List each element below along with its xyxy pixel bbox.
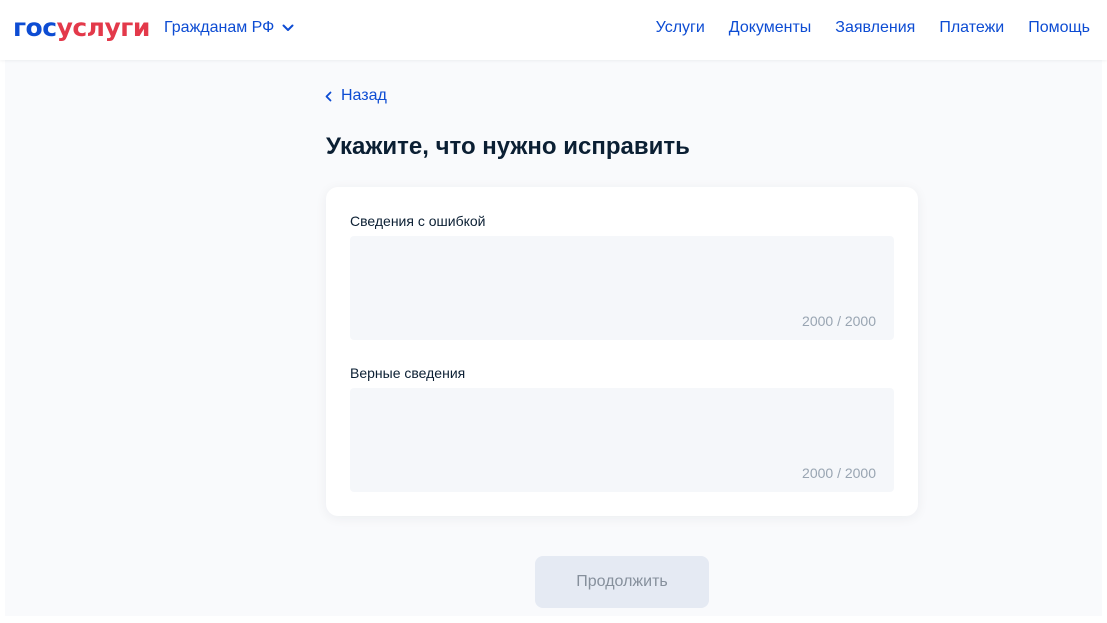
- chevron-left-icon: [325, 91, 332, 101]
- nav-documents[interactable]: Документы: [729, 19, 811, 37]
- main-nav: Услуги Документы Заявления Платежи Помощ…: [656, 17, 1090, 39]
- logo-text-gos: гос: [13, 13, 57, 42]
- continue-button[interactable]: Продолжить: [535, 556, 709, 608]
- site-header: госуслуги Гражданам РФ Услуги Документы …: [0, 0, 1107, 60]
- citizen-type-select[interactable]: Гражданам РФ: [164, 17, 294, 39]
- wrong-info-textarea[interactable]: [350, 236, 894, 340]
- back-link[interactable]: Назад: [325, 86, 387, 106]
- nav-services[interactable]: Услуги: [656, 19, 705, 37]
- back-link-label: Назад: [341, 87, 387, 104]
- gosuslugi-logo[interactable]: госуслуги: [13, 14, 150, 42]
- wrong-info-field[interactable]: 2000 / 2000: [350, 236, 894, 340]
- nav-applications[interactable]: Заявления: [835, 19, 915, 37]
- correction-form-card: Сведения с ошибкой 2000 / 2000 Верные св…: [326, 187, 918, 516]
- correct-info-field[interactable]: 2000 / 2000: [350, 388, 894, 492]
- page-title: Укажите, что нужно исправить: [326, 133, 690, 160]
- nav-payments[interactable]: Платежи: [939, 19, 1004, 37]
- wrong-info-label: Сведения с ошибкой: [350, 213, 486, 229]
- citizen-type-label: Гражданам РФ: [164, 19, 275, 36]
- nav-help[interactable]: Помощь: [1028, 19, 1090, 37]
- logo-text-uslugi: услуги: [56, 13, 151, 42]
- correct-info-label: Верные сведения: [350, 365, 466, 381]
- chevron-down-icon: [282, 24, 294, 31]
- correct-info-textarea[interactable]: [350, 388, 894, 492]
